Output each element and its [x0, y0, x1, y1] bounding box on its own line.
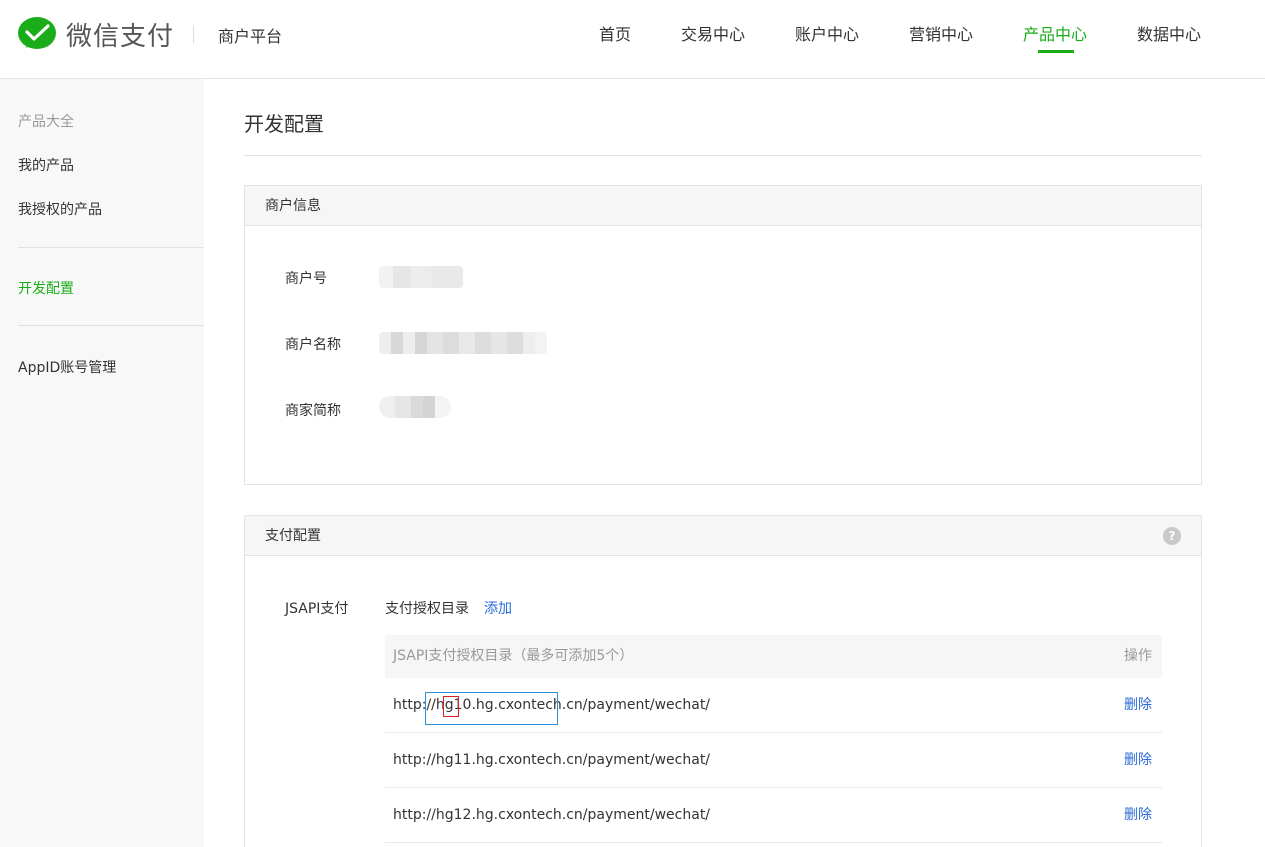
delete-link[interactable]: 删除: [1124, 788, 1152, 843]
sidebar: 产品大全 我的产品 我授权的产品 开发配置 AppID账号管理: [0, 79, 204, 847]
top-header: 微信支付 商户平台 首页 交易中心 账户中心 营销中心 产品中心 数据中心: [0, 0, 1265, 79]
column-header-dir: JSAPI支付授权目录（最多可添加5个）: [393, 648, 634, 664]
pay-config-title: 支付配置: [265, 528, 321, 544]
nav-active-underline: [1038, 50, 1074, 53]
nav-marketing-center[interactable]: 营销中心: [909, 21, 973, 45]
sidebar-item-all-products[interactable]: 产品大全: [18, 111, 74, 131]
merchant-info-panel: 商户信息 商户号 商户名称 商家简称: [244, 185, 1202, 485]
highlight-box-number: [443, 696, 459, 717]
merchant-id-label: 商户号: [285, 271, 327, 287]
platform-title: 商户平台: [218, 27, 283, 46]
title-divider: [244, 155, 1202, 156]
logo-text: 微信支付: [66, 22, 175, 52]
merchant-short-name-label: 商家简称: [285, 403, 341, 419]
merchant-info-title: 商户信息: [265, 198, 321, 214]
sidebar-item-authorized-products[interactable]: 我授权的产品: [18, 199, 102, 219]
nav-home[interactable]: 首页: [599, 21, 631, 45]
nav-account-center[interactable]: 账户中心: [795, 21, 859, 45]
delete-link[interactable]: 删除: [1124, 733, 1152, 788]
pay-config-panel: 支付配置 ? JSAPI支付 支付授权目录 添加 JSAPI支付授权目录（最多可…: [244, 515, 1202, 847]
sidebar-divider: [18, 247, 204, 248]
merchant-name-value-redacted: [379, 332, 547, 354]
wechat-pay-logo[interactable]: 微信支付: [18, 16, 174, 53]
table-row: http://hg12.hg.cxontech.cn/payment/wecha…: [385, 788, 1162, 843]
sidebar-item-dev-config[interactable]: 开发配置: [18, 278, 74, 298]
table-row: http://hg11.hg.cxontech.cn/payment/wecha…: [385, 733, 1162, 788]
pay-config-header: 支付配置 ?: [245, 516, 1201, 556]
auth-dir-table: JSAPI支付授权目录（最多可添加5个） 操作 http://hg10.hg.c…: [385, 635, 1162, 843]
pay-auth-dir-label: 支付授权目录: [385, 601, 469, 617]
sidebar-item-appid-management[interactable]: AppID账号管理: [18, 357, 116, 377]
sidebar-item-my-products[interactable]: 我的产品: [18, 155, 74, 175]
dir-url: http://hg11.hg.cxontech.cn/payment/wecha…: [393, 752, 711, 768]
header-divider: [193, 25, 194, 43]
merchant-short-name-value-redacted: [379, 396, 451, 418]
table-header: JSAPI支付授权目录（最多可添加5个） 操作: [385, 635, 1162, 678]
merchant-name-label: 商户名称: [285, 337, 341, 353]
sidebar-divider: [18, 325, 204, 326]
wechat-pay-logo-icon: [18, 17, 56, 52]
question-icon[interactable]: ?: [1163, 527, 1181, 545]
page-title: 开发配置: [244, 112, 324, 136]
dir-url: http://hg12.hg.cxontech.cn/payment/wecha…: [393, 807, 711, 823]
nav-product-center[interactable]: 产品中心: [1023, 21, 1087, 45]
nav-data-center[interactable]: 数据中心: [1137, 21, 1201, 45]
nav-trade-center[interactable]: 交易中心: [681, 21, 745, 45]
column-header-action: 操作: [1124, 648, 1152, 664]
merchant-info-header: 商户信息: [245, 186, 1201, 226]
add-dir-link[interactable]: 添加: [484, 598, 512, 618]
merchant-id-value-redacted: [379, 266, 463, 288]
jsapi-pay-label: JSAPI支付: [285, 601, 349, 617]
delete-link[interactable]: 删除: [1124, 678, 1152, 733]
